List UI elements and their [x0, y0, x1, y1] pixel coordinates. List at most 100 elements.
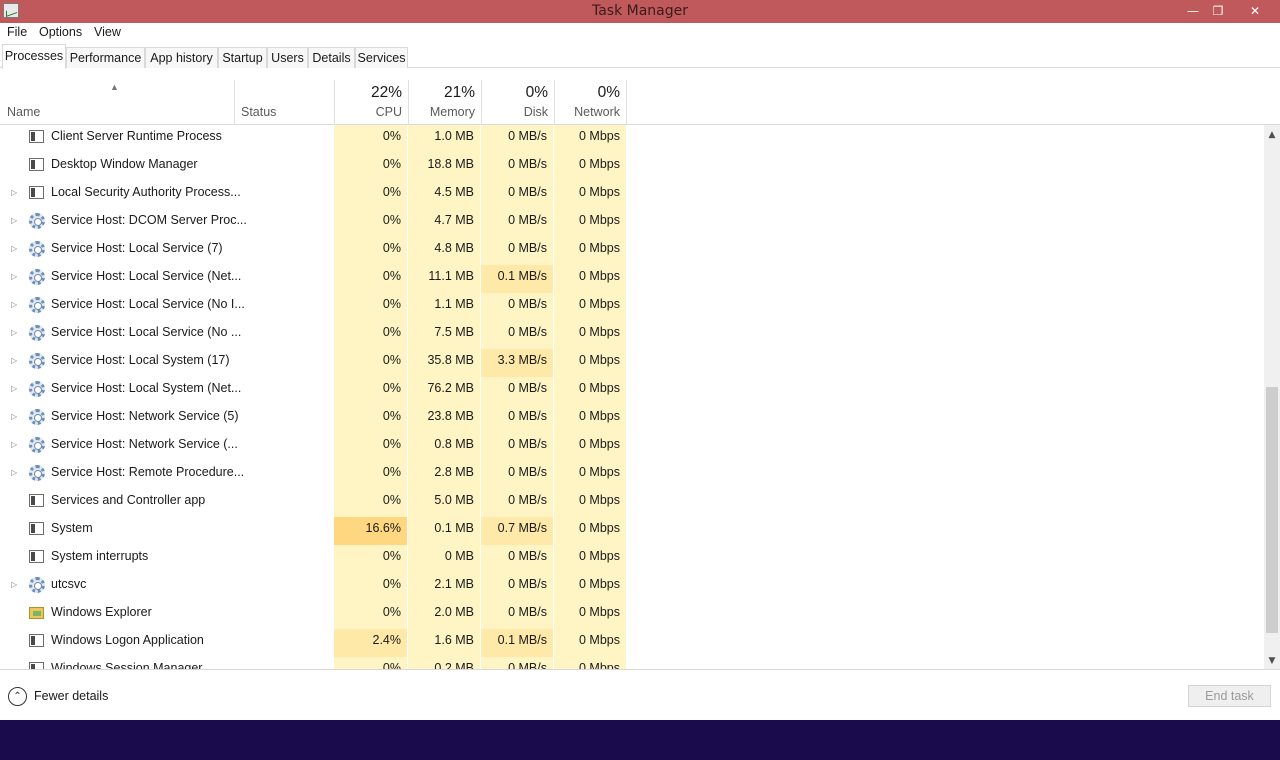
gear-icon: [29, 437, 45, 453]
process-memory-value: 0.2 MB: [434, 661, 474, 669]
process-disk-value: 0 MB/s: [508, 213, 547, 227]
tab-processes[interactable]: Processes: [2, 44, 66, 69]
tab-startup[interactable]: Startup: [218, 47, 267, 68]
tab-services[interactable]: Services: [355, 47, 408, 68]
scrollbar-thumb[interactable]: [1266, 387, 1278, 633]
process-network-value: 0 Mbps: [579, 381, 620, 395]
app-window-icon: [29, 130, 44, 143]
process-row[interactable]: ▷ Service Host: DCOM Server Proc... 0% 4.7 …: [0, 209, 1264, 237]
expand-arrow-icon[interactable]: ▷: [11, 377, 17, 400]
process-memory-value: 4.5 MB: [434, 185, 474, 199]
process-row[interactable]: ▷ Service Host: Network Service (... 0% 0.8…: [0, 433, 1264, 461]
tab-app-history[interactable]: App history: [145, 47, 218, 68]
process-disk-value: 0.7 MB/s: [481, 517, 553, 545]
process-row[interactable]: ▷ Service Host: Local Service (No ... 0% 7.…: [0, 321, 1264, 349]
process-memory-value: 1.1 MB: [434, 297, 474, 311]
expand-arrow-icon[interactable]: ▷: [11, 181, 17, 204]
process-row[interactable]: ▷ Service Host: Network Service (5) 0% 23.8…: [0, 405, 1264, 433]
process-row[interactable]: System interrupts 0% 0 MB 0 MB/s 0 Mbps: [0, 545, 1264, 573]
process-disk-value: 0 MB/s: [508, 437, 547, 451]
scroll-down-icon[interactable]: ▼: [1264, 653, 1280, 669]
process-memory-value: 2.0 MB: [434, 605, 474, 619]
chevron-up-circle-icon[interactable]: ⌃: [8, 687, 27, 706]
process-name: Service Host: Local System (Net...: [51, 381, 242, 395]
column-memory[interactable]: 21% Memory: [408, 80, 481, 125]
process-cpu-value: 0%: [382, 465, 401, 479]
expand-arrow-icon[interactable]: ▷: [11, 461, 17, 484]
gear-icon: [29, 213, 45, 229]
process-cpu-value: 0%: [382, 381, 401, 395]
expand-arrow-icon[interactable]: ▷: [11, 321, 17, 344]
process-row[interactable]: ▷ Service Host: Local Service (7) 0% 4.8 MB…: [0, 237, 1264, 265]
process-row[interactable]: ▷ utcsvc 0% 2.1 MB 0 MB/s 0 Mbps: [0, 573, 1264, 601]
process-memory-value: 18.8 MB: [427, 157, 474, 171]
process-cpu-value: 2.4%: [334, 629, 407, 657]
process-row[interactable]: Desktop Window Manager 0% 18.8 MB 0 MB/s 0 M…: [0, 153, 1264, 181]
process-name: Local Security Authority Process...: [51, 185, 241, 199]
process-disk-value: 0 MB/s: [508, 577, 547, 591]
title-bar[interactable]: Task Manager — ❐ ✕: [0, 0, 1280, 23]
process-row[interactable]: Services and Controller app 0% 5.0 MB 0 MB/…: [0, 489, 1264, 517]
cpu-total-percent: 22%: [370, 84, 402, 101]
app-window-icon: [29, 186, 44, 199]
expand-arrow-icon[interactable]: ▷: [11, 265, 17, 288]
column-network[interactable]: 0% Network: [554, 80, 627, 125]
menu-file[interactable]: File: [7, 25, 27, 39]
process-name: Windows Explorer: [51, 605, 152, 619]
process-row[interactable]: Windows Session Manager 0% 0.2 MB 0 MB/s 0 M…: [0, 657, 1264, 669]
process-row[interactable]: ▷ Local Security Authority Process... 0% 4.…: [0, 181, 1264, 209]
column-divider[interactable]: [234, 80, 235, 125]
sort-ascending-icon[interactable]: ▲: [110, 82, 119, 92]
process-disk-value: 0 MB/s: [508, 409, 547, 423]
process-row[interactable]: ▷ Service Host: Remote Procedure... 0% 2.8 …: [0, 461, 1264, 489]
column-name[interactable]: Name: [7, 105, 40, 119]
end-task-button[interactable]: End task: [1188, 685, 1271, 707]
vertical-scrollbar[interactable]: ▲ ▼: [1264, 125, 1280, 669]
tab-users[interactable]: Users: [267, 47, 308, 68]
expand-arrow-icon[interactable]: ▷: [11, 293, 17, 316]
gear-icon: [29, 353, 45, 369]
process-disk-value: 0 MB/s: [508, 297, 547, 311]
expand-arrow-icon[interactable]: ▷: [11, 237, 17, 260]
process-name: Service Host: Network Service (5): [51, 409, 239, 423]
process-name: System interrupts: [51, 549, 149, 563]
maximize-button[interactable]: ❐: [1203, 0, 1233, 23]
scroll-up-icon[interactable]: ▲: [1264, 127, 1280, 143]
process-row[interactable]: ▷ Service Host: Local System (Net... 0% 76.…: [0, 377, 1264, 405]
process-name: Service Host: Local Service (7): [51, 241, 223, 255]
process-network-value: 0 Mbps: [579, 213, 620, 227]
process-cpu-value: 0%: [382, 297, 401, 311]
process-disk-value: 0.1 MB/s: [481, 265, 553, 293]
process-disk-value: 0.1 MB/s: [481, 629, 553, 657]
menu-view[interactable]: View: [94, 25, 121, 39]
process-network-value: 0 Mbps: [579, 661, 620, 669]
process-name: System: [51, 521, 93, 535]
expand-arrow-icon[interactable]: ▷: [11, 573, 17, 596]
column-cpu[interactable]: 22% CPU: [334, 80, 408, 125]
process-row[interactable]: ▷ Service Host: Local System (17) 0% 35.8 M…: [0, 349, 1264, 377]
process-disk-value: 0 MB/s: [508, 661, 547, 669]
column-disk[interactable]: 0% Disk: [481, 80, 554, 125]
process-row[interactable]: Windows Explorer 0% 2.0 MB 0 MB/s 0 Mbps: [0, 601, 1264, 629]
expand-arrow-icon[interactable]: ▷: [11, 405, 17, 428]
process-row[interactable]: ▷ Service Host: Local Service (No I... 0% 1…: [0, 293, 1264, 321]
fewer-details-link[interactable]: Fewer details: [34, 689, 108, 703]
expand-arrow-icon[interactable]: ▷: [11, 209, 17, 232]
process-row[interactable]: Client Server Runtime Process 0% 1.0 MB 0 M…: [0, 125, 1264, 153]
process-network-value: 0 Mbps: [579, 325, 620, 339]
expand-arrow-icon[interactable]: ▷: [11, 349, 17, 372]
close-button[interactable]: ✕: [1240, 0, 1270, 23]
expand-arrow-icon[interactable]: ▷: [11, 433, 17, 456]
task-manager-window: File Options View Processes Performance …: [0, 23, 1280, 720]
process-row[interactable]: ▷ Service Host: Local Service (Net... 0% 11…: [0, 265, 1264, 293]
process-row[interactable]: Windows Logon Application 2.4% 1.6 MB 0.1 M…: [0, 629, 1264, 657]
tab-details[interactable]: Details: [308, 47, 355, 68]
tab-performance[interactable]: Performance: [66, 47, 145, 68]
process-row[interactable]: System 16.6% 0.1 MB 0.7 MB/s 0 Mbps: [0, 517, 1264, 545]
column-header: ▲ Name Status 22% CPU 21% Memory 0% Disk…: [0, 68, 1280, 125]
process-network-value: 0 Mbps: [579, 633, 620, 647]
column-status[interactable]: Status: [241, 105, 276, 119]
network-column-label: Network: [574, 105, 620, 119]
process-memory-value: 2.1 MB: [434, 577, 474, 591]
menu-options[interactable]: Options: [39, 25, 82, 39]
